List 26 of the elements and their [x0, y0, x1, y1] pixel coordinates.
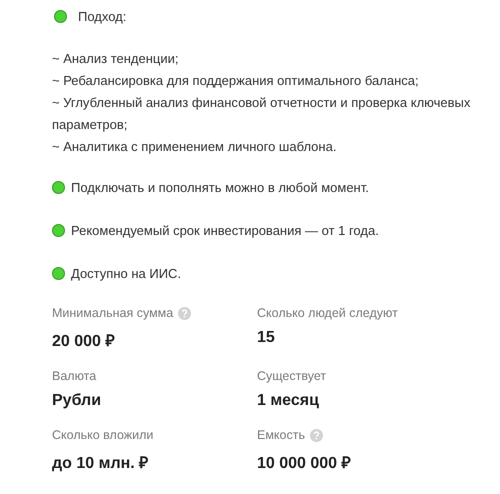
stat-label: Емкость [257, 428, 305, 442]
bullet-circle-icon [52, 180, 65, 194]
bullet-circle-icon [52, 266, 65, 280]
stat-label: Минимальная сумма [52, 306, 174, 320]
stat-label: Сколько людей следуют [257, 306, 398, 320]
help-icon[interactable] [310, 428, 323, 442]
approach-item: ~ Ребалансировка для поддержания оптимального баланса; [52, 72, 420, 90]
stat-value: до 10 млн. ₽ [52, 454, 150, 473]
stat-value: 15 [257, 329, 276, 347]
stat-value: 10 000 000 ₽ [257, 454, 352, 473]
approach-title: Подход: [78, 8, 126, 24]
stat-label: Валюта [52, 369, 96, 383]
stat-value: Рубли [52, 392, 102, 410]
help-icon[interactable] [178, 306, 192, 320]
approach-item: ~ Анализ тенденции; [52, 50, 180, 68]
approach-item: ~ Аналитика с применением личного шаблона. [52, 138, 338, 156]
approach-item: ~ Углубленный анализ финансовой отчетности и проверка ключевых параметров; [52, 94, 472, 134]
stat-label: Существует [257, 369, 326, 383]
bullet-circle-icon [52, 224, 65, 236]
stat-value: 1 месяц [257, 392, 320, 410]
bullet-circle-icon [54, 10, 67, 22]
note-text: Рекомендуемый срок инвестирования — от 1 года. [71, 222, 379, 238]
note-text: Доступно на ИИС. [71, 266, 182, 280]
stat-label: Сколько вложили [52, 428, 154, 442]
note-text: Подключать и пополнять можно в любой момент. [71, 180, 369, 194]
stat-value: 20 000 ₽ [52, 332, 116, 351]
